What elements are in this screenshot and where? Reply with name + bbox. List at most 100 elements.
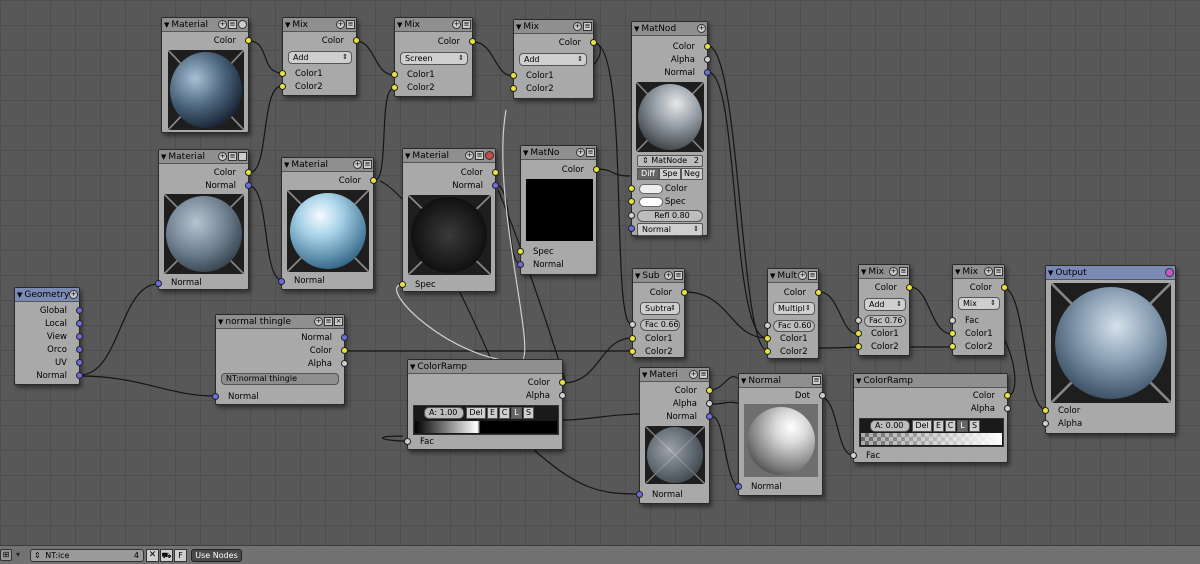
mix-node-3[interactable]: ▼Mix +≡ Color Add Color1 Color2 xyxy=(510,19,597,99)
output-socket[interactable] xyxy=(704,69,711,76)
diffuse-toggle[interactable]: Diff xyxy=(637,168,659,180)
output-socket[interactable] xyxy=(76,372,83,379)
input-socket[interactable] xyxy=(279,83,286,90)
material-name-field[interactable]: ⇕ MatNode 2 xyxy=(637,155,703,167)
collapse-icon[interactable]: ▼ xyxy=(410,363,415,371)
output-socket[interactable] xyxy=(245,169,252,176)
input-socket[interactable] xyxy=(628,198,635,205)
output-socket[interactable] xyxy=(1001,284,1008,291)
output-node[interactable]: ▼ Output Color Alpha xyxy=(1042,265,1176,434)
input-socket[interactable] xyxy=(629,348,636,355)
output-socket[interactable] xyxy=(341,334,348,341)
matnode-node[interactable]: ▼ MatNod + Color Alpha Normal ⇕ MatNode 2 D… xyxy=(628,21,711,236)
add-icon[interactable]: + xyxy=(353,160,362,169)
input-socket[interactable] xyxy=(1042,420,1049,427)
input-socket[interactable] xyxy=(391,71,398,78)
collapse-icon[interactable]: ▼ xyxy=(955,268,960,276)
colorramp-node-1[interactable]: ▼ ColorRamp Color Alpha A: 1.00 Del E C L… xyxy=(404,359,566,450)
output-socket[interactable] xyxy=(590,39,597,46)
collapse-icon[interactable]: ▼ xyxy=(218,318,223,326)
input-socket[interactable] xyxy=(949,343,956,350)
delete-button[interactable]: Del xyxy=(466,407,486,419)
output-socket[interactable] xyxy=(815,289,822,296)
blend-mode-select[interactable]: Screen xyxy=(400,52,468,65)
hide-icon[interactable]: ≡ xyxy=(699,370,708,379)
output-socket[interactable] xyxy=(559,392,566,399)
collapse-icon[interactable]: ▼ xyxy=(634,25,639,33)
chevron-down-icon[interactable]: ▾ xyxy=(16,550,20,559)
collapse-icon[interactable]: ▼ xyxy=(284,161,289,169)
input-socket[interactable] xyxy=(850,452,857,459)
subtract-node[interactable]: ▼Sub +≡ Color Subtra Fac 0.66 Color1 Colo… xyxy=(629,268,688,358)
add-icon[interactable]: + xyxy=(69,290,78,299)
add-icon[interactable]: + xyxy=(984,267,993,276)
collapse-icon[interactable]: ▼ xyxy=(516,23,521,31)
input-socket[interactable] xyxy=(278,278,285,285)
input-socket[interactable] xyxy=(855,330,862,337)
material-node-3[interactable]: ▼ Material + ≡ Color Normal xyxy=(278,157,377,290)
hide-icon[interactable]: ≡ xyxy=(363,160,372,169)
output-socket[interactable] xyxy=(1004,405,1011,412)
mix-node-5[interactable]: ▼Mix+≡ Color Mix Fac Color1 Color2 xyxy=(949,264,1008,356)
specular-toggle[interactable]: Spe xyxy=(659,168,681,180)
output-socket[interactable] xyxy=(681,289,688,296)
add-icon[interactable]: + xyxy=(218,20,227,29)
collapse-icon[interactable]: ▼ xyxy=(770,272,775,280)
collapse-icon[interactable]: ▼ xyxy=(1048,269,1053,277)
alpha-slider[interactable]: A: 0.00 xyxy=(870,420,910,432)
ease-button[interactable]: E xyxy=(933,420,944,432)
editor-type-icon[interactable]: ⊞ xyxy=(0,549,12,561)
browse-icon[interactable]: ⇕ xyxy=(642,156,651,165)
output-socket[interactable] xyxy=(706,400,713,407)
ramp-gradient[interactable] xyxy=(415,421,557,433)
output-socket[interactable] xyxy=(353,37,360,44)
close-icon[interactable]: ✕ xyxy=(146,549,159,562)
input-socket[interactable] xyxy=(764,335,771,342)
collapse-icon[interactable]: ▼ xyxy=(642,371,647,379)
blend-mode-select[interactable]: Add xyxy=(864,298,906,311)
input-socket[interactable] xyxy=(628,225,635,232)
fac-slider[interactable]: Fac 0.66 xyxy=(640,319,680,331)
output-socket[interactable] xyxy=(370,177,377,184)
add-icon[interactable]: + xyxy=(664,271,673,280)
hide-icon[interactable]: ≡ xyxy=(324,317,333,326)
input-socket[interactable] xyxy=(764,348,771,355)
input-socket[interactable] xyxy=(949,317,956,324)
spline-button[interactable]: S xyxy=(523,407,534,419)
matno-node[interactable]: ▼ MatNo + ≡ Color Spec Normal xyxy=(517,145,600,275)
input-socket[interactable] xyxy=(949,330,956,337)
normal-node[interactable]: ▼ Normal ≡ Dot Normal xyxy=(735,373,826,496)
input-socket[interactable] xyxy=(510,85,517,92)
add-icon[interactable]: + xyxy=(465,151,474,160)
linear-button[interactable]: L xyxy=(957,420,968,432)
output-socket[interactable] xyxy=(341,347,348,354)
output-socket[interactable] xyxy=(245,37,252,44)
ease-button[interactable]: E xyxy=(487,407,498,419)
input-socket[interactable] xyxy=(855,317,862,324)
mix-node-2[interactable]: ▼Mix +≡ Color Screen Color1 Color2 xyxy=(391,17,476,97)
output-socket[interactable] xyxy=(819,392,826,399)
cardinal-button[interactable]: C xyxy=(945,420,956,432)
output-socket[interactable] xyxy=(1004,392,1011,399)
output-socket[interactable] xyxy=(76,359,83,366)
collapse-icon[interactable]: ▼ xyxy=(861,268,866,276)
input-socket[interactable] xyxy=(517,261,524,268)
node-tree-selector[interactable]: ⇕ NT:ice 4 xyxy=(30,549,144,562)
output-socket[interactable] xyxy=(704,56,711,63)
collapse-icon[interactable]: ▼ xyxy=(161,153,166,161)
input-socket[interactable] xyxy=(391,84,398,91)
blend-mode-select[interactable]: Mix xyxy=(958,297,1000,310)
add-icon[interactable]: + xyxy=(697,24,706,33)
input-socket[interactable] xyxy=(764,322,771,329)
fac-slider[interactable]: Fac 0.76 xyxy=(864,315,906,327)
input-socket[interactable] xyxy=(628,185,635,192)
options-icon[interactable] xyxy=(238,152,247,161)
add-icon[interactable]: + xyxy=(798,271,807,280)
output-socket[interactable] xyxy=(906,284,913,291)
add-icon[interactable]: + xyxy=(314,317,323,326)
fake-user-button[interactable]: F xyxy=(174,549,187,562)
material-node-1[interactable]: ▼ Material + ≡ Color xyxy=(161,17,252,133)
output-socket[interactable] xyxy=(76,320,83,327)
hide-icon[interactable]: ≡ xyxy=(228,152,237,161)
collapse-icon[interactable]: ▼ xyxy=(635,272,640,280)
